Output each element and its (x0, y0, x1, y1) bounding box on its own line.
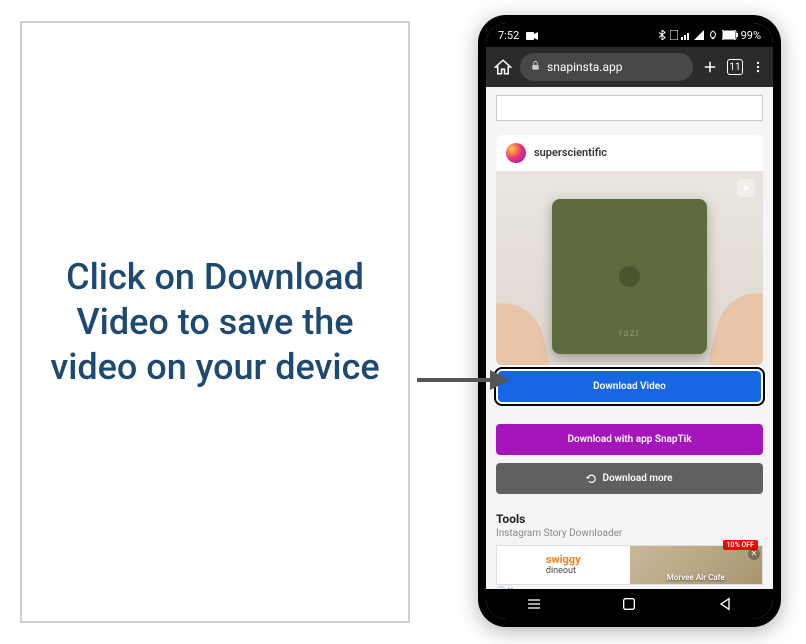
swiggy-logo: swiggy (546, 553, 581, 566)
media-preview: razr (496, 171, 763, 365)
menu-icon[interactable] (751, 58, 765, 76)
refresh-icon (586, 473, 597, 484)
download-more-button[interactable]: Download more (496, 463, 763, 494)
bluetooth-icon (657, 30, 667, 40)
story-downloader-link[interactable]: Instagram Story Downloader (496, 528, 763, 539)
instruction-text: Click on Download Video to save the vide… (42, 255, 388, 390)
network-icon (681, 30, 691, 40)
snaptik-label: Download with app SnapTik (567, 434, 691, 445)
lock-icon (530, 60, 541, 74)
pointer-arrow (415, 365, 515, 395)
ad-info-icon[interactable]: ⓘ ✕ (497, 585, 514, 589)
tabs-icon[interactable]: 11 (727, 59, 743, 75)
hand-illustration (496, 294, 558, 365)
tools-heading: Tools (496, 512, 763, 526)
download-snaptik-button[interactable]: Download with app SnapTik (496, 424, 763, 455)
new-tab-icon[interactable] (701, 58, 719, 76)
sim-icon (670, 30, 678, 40)
nav-home-button[interactable] (604, 596, 654, 612)
device-brand-label: razr (619, 328, 640, 339)
phone-frame: 7:52 99% (478, 15, 781, 627)
phone-screen: 7:52 99% (486, 23, 773, 619)
status-bar: 7:52 99% (486, 23, 773, 47)
url-input-field[interactable] (496, 95, 763, 121)
nav-back-button[interactable] (700, 596, 750, 612)
wifi-icon (707, 30, 719, 40)
hand-illustration (700, 284, 763, 365)
signal-icon (694, 30, 704, 40)
download-video-label: Download Video (593, 381, 666, 392)
media-card: superscientific razr (496, 135, 763, 365)
status-icons: 99% (657, 29, 761, 42)
browser-toolbar: snapinsta.app 11 (486, 47, 773, 87)
browser-address-bar[interactable]: snapinsta.app (520, 53, 693, 81)
download-video-button[interactable]: Download Video (498, 371, 761, 402)
ad-image: 10% OFF Morvee Air Cafe ✕ (630, 546, 763, 584)
ad-close-icon[interactable]: ✕ (748, 548, 760, 560)
browser-home-icon[interactable] (494, 58, 512, 76)
instruction-panel: Click on Download Video to save the vide… (20, 21, 410, 623)
phone-illustration: razr (552, 199, 707, 354)
status-time: 7:52 (498, 29, 538, 42)
ad-brand: swiggy dineout (497, 553, 630, 576)
ad-banner[interactable]: swiggy dineout 10% OFF Morvee Air Cafe ✕… (496, 545, 763, 585)
android-nav-bar (486, 589, 773, 619)
avatar (506, 143, 526, 163)
video-badge-icon (737, 179, 755, 197)
url-text: snapinsta.app (547, 60, 622, 74)
username-label: superscientific (534, 146, 607, 159)
tools-section: Tools Instagram Story Downloader (496, 512, 763, 539)
page-content: superscientific razr (486, 87, 773, 589)
video-camera-icon (526, 31, 538, 41)
motorola-logo-icon (612, 259, 647, 294)
nav-menu-button[interactable] (509, 596, 559, 612)
card-header: superscientific (496, 135, 763, 171)
download-more-label: Download more (602, 473, 672, 484)
battery-icon (722, 30, 738, 40)
venue-name: Morvee Air Cafe (667, 573, 725, 582)
dineout-label: dineout (546, 566, 581, 576)
